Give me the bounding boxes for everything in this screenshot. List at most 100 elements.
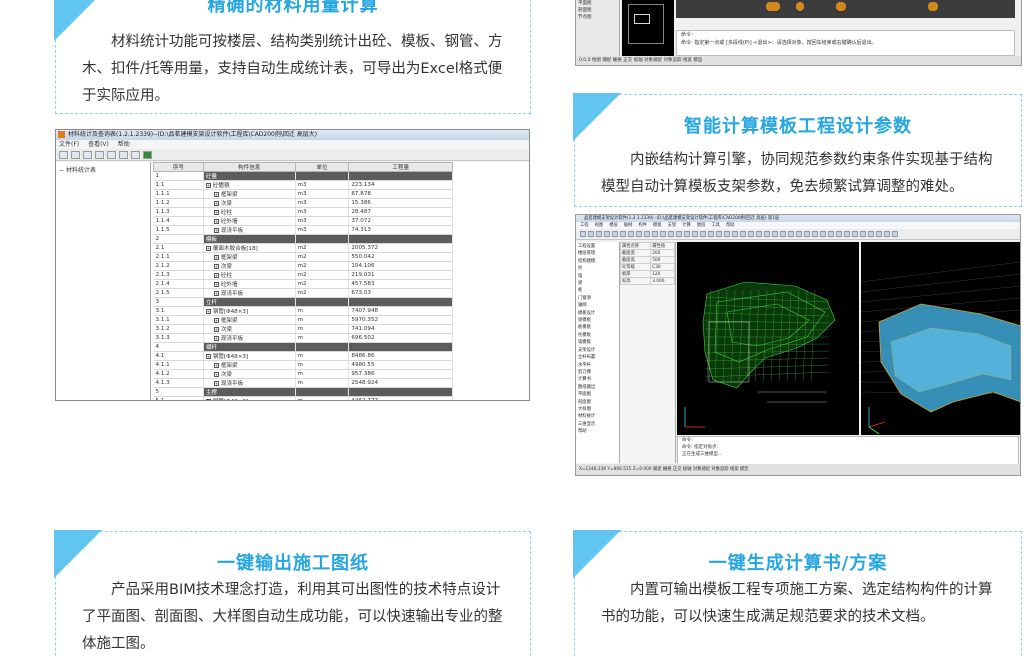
table-row[interactable]: 2.1 + 覆面木胶合板[18] m2 2005.372: [153, 243, 453, 253]
expand-box-icon[interactable]: +: [213, 219, 219, 224]
cad-menu-item[interactable]: 帮助: [726, 223, 735, 228]
table-row[interactable]: 2 模板: [153, 234, 453, 244]
table-row[interactable]: 1 砼量: [153, 171, 453, 181]
cad-function-item[interactable]: 剖面图: [578, 399, 617, 406]
expand-box-icon[interactable]: +: [213, 291, 219, 296]
cad-function-item[interactable]: 材料统计: [578, 413, 617, 420]
cad-tool-icon[interactable]: [684, 231, 690, 237]
expand-box-icon[interactable]: +: [205, 399, 211, 400]
cad-tool-icon[interactable]: [836, 231, 842, 237]
cad-tool-icon[interactable]: [876, 231, 882, 237]
cad-tool-icon[interactable]: [668, 231, 674, 237]
cad-tool-icon[interactable]: [852, 231, 858, 237]
table-row[interactable]: 3.1.2 + 次梁 m 741.094: [153, 324, 453, 334]
table-row[interactable]: 4.1 + 钢管[Φ48×3] m 8486.86: [153, 351, 453, 361]
cad-menu-item[interactable]: 图纸: [697, 223, 706, 228]
tree-item-material-stats[interactable]: − 材料统计表: [59, 165, 147, 174]
expand-box-icon[interactable]: +: [213, 336, 219, 341]
expand-box-icon[interactable]: +: [213, 210, 219, 215]
col-header-seq[interactable]: 序号: [153, 162, 204, 172]
cad-tool-icon[interactable]: [700, 231, 706, 237]
cad-tool-icon[interactable]: [868, 231, 874, 237]
cad-function-item[interactable]: 平面图: [578, 391, 617, 398]
cad-function-item[interactable]: 板: [578, 287, 617, 294]
table-row[interactable]: 3.1 + 钢管[Φ48×3] m 7407.948: [153, 306, 453, 316]
3d-model-viewport[interactable]: [861, 242, 1020, 435]
excel-icon[interactable]: [143, 151, 152, 159]
table-row[interactable]: 5 主楞: [153, 387, 453, 397]
expand-box-icon[interactable]: +: [213, 372, 219, 377]
cad-tool-icon[interactable]: [724, 231, 730, 237]
col-header-unit[interactable]: 单位: [294, 162, 350, 172]
cad-tool-icon[interactable]: [788, 231, 794, 237]
settings-icon[interactable]: [107, 151, 116, 159]
cad-menu-item[interactable]: 楼层: [609, 223, 618, 228]
chart-icon[interactable]: [119, 151, 128, 159]
cad-tool-icon[interactable]: [660, 231, 666, 237]
expand-box-icon[interactable]: +: [213, 201, 219, 206]
table-row[interactable]: 2.1.3 + 砼柱 m2 219.031: [153, 270, 453, 280]
table-row[interactable]: 1.1 + 砼體積 m3 223.134: [153, 180, 453, 190]
cad-menu-item[interactable]: 工具: [711, 223, 720, 228]
property-row[interactable]: 标高 3.000: [620, 277, 675, 285]
cad-tool-icon[interactable]: [732, 231, 738, 237]
cad-tool-icon[interactable]: [604, 231, 610, 237]
expand-box-icon[interactable]: +: [213, 264, 219, 269]
filter-icon[interactable]: [71, 151, 80, 159]
cad-tool-icon[interactable]: [708, 231, 714, 237]
expand-box-icon[interactable]: +: [213, 327, 219, 332]
table-row[interactable]: 1.1.2 + 次梁 m3 15.386: [153, 198, 453, 208]
table-row[interactable]: 4.1.3 + 现浇平板 m 2548.924: [153, 378, 453, 388]
cad-function-item[interactable]: 工程设置: [578, 243, 617, 250]
cad-function-item[interactable]: 立杆布置: [578, 354, 617, 361]
expand-box-icon[interactable]: +: [213, 255, 219, 260]
cad-tool-icon[interactable]: [644, 231, 650, 237]
cad-function-item[interactable]: 计算书: [578, 376, 617, 383]
cad-tool-icon[interactable]: [620, 231, 626, 237]
property-row[interactable]: 砼等级 C30: [620, 263, 675, 271]
cad-tool-icon[interactable]: [580, 231, 586, 237]
cad-function-item[interactable]: 楼层管理: [578, 250, 617, 257]
cad-tool-icon[interactable]: [828, 231, 834, 237]
cad-menu-item[interactable]: 支架: [668, 223, 677, 228]
cad-command-line[interactable]: 命令： 命令: 指定第一点或 [多段线(P)] <退出>：请选择对象，按回车结束…: [676, 30, 1015, 56]
cad-menu-item[interactable]: 工程: [580, 223, 589, 228]
cad-function-item[interactable]: 柱: [578, 265, 617, 272]
table-row[interactable]: 1.1.3 + 砼柱 m3 28.487: [153, 207, 453, 217]
property-row[interactable]: 属性名称 属性值: [620, 242, 675, 250]
cad-function-item[interactable]: 轴网: [578, 302, 617, 309]
table-row[interactable]: 2.1.2 + 次梁 m2 104.106: [153, 261, 453, 271]
cad-function-item[interactable]: 梁: [578, 280, 617, 287]
expand-box-icon[interactable]: +: [205, 246, 211, 251]
expand-box-icon[interactable]: +: [205, 183, 211, 188]
table-row[interactable]: 4.1.2 + 次梁 m 957.386: [153, 369, 453, 379]
refresh-icon[interactable]: [83, 151, 92, 159]
table-row[interactable]: 3.1.1 + 框架梁 m 5970.352: [153, 315, 453, 325]
cad-tool-icon[interactable]: [812, 231, 818, 237]
expand-box-icon[interactable]: +: [205, 309, 211, 314]
expand-box-icon[interactable]: +: [213, 228, 219, 233]
table-row[interactable]: 4 横杆: [153, 342, 453, 352]
cad-tool-icon[interactable]: [860, 231, 866, 237]
table-row[interactable]: 2.1.5 + 现浇平板 m2 673.03: [153, 288, 453, 298]
property-row[interactable]: 截面高 500: [620, 256, 675, 264]
cad-menu-item[interactable]: 模板: [653, 223, 662, 228]
cad-tool-icon[interactable]: [628, 231, 634, 237]
table-row[interactable]: 3 立杆: [153, 297, 453, 307]
cad-tool-icon[interactable]: [884, 231, 890, 237]
expand-box-icon[interactable]: +: [205, 354, 211, 359]
cad-function-item[interactable]: 三维显示: [578, 421, 617, 428]
property-row[interactable]: 板厚 120: [620, 270, 675, 278]
cad-function-item[interactable]: 墙: [578, 273, 617, 280]
cad-tool-icon[interactable]: [844, 231, 850, 237]
cad-tool-icon[interactable]: [892, 231, 898, 237]
menu-view[interactable]: 查看(V): [88, 141, 109, 148]
text-icon[interactable]: [95, 151, 104, 159]
expand-box-icon[interactable]: +: [213, 282, 219, 287]
cad-command-line[interactable]: 命令： 命令: 指定对角点： 正在生成三维模型...: [677, 436, 1019, 465]
cad-tool-icon[interactable]: [692, 231, 698, 237]
cad-function-item[interactable]: 支架设计: [578, 347, 617, 354]
cad-tool-icon[interactable]: [796, 231, 802, 237]
cad-menu-item[interactable]: 构件: [638, 223, 647, 228]
menu-file[interactable]: 文件(F): [59, 141, 79, 148]
